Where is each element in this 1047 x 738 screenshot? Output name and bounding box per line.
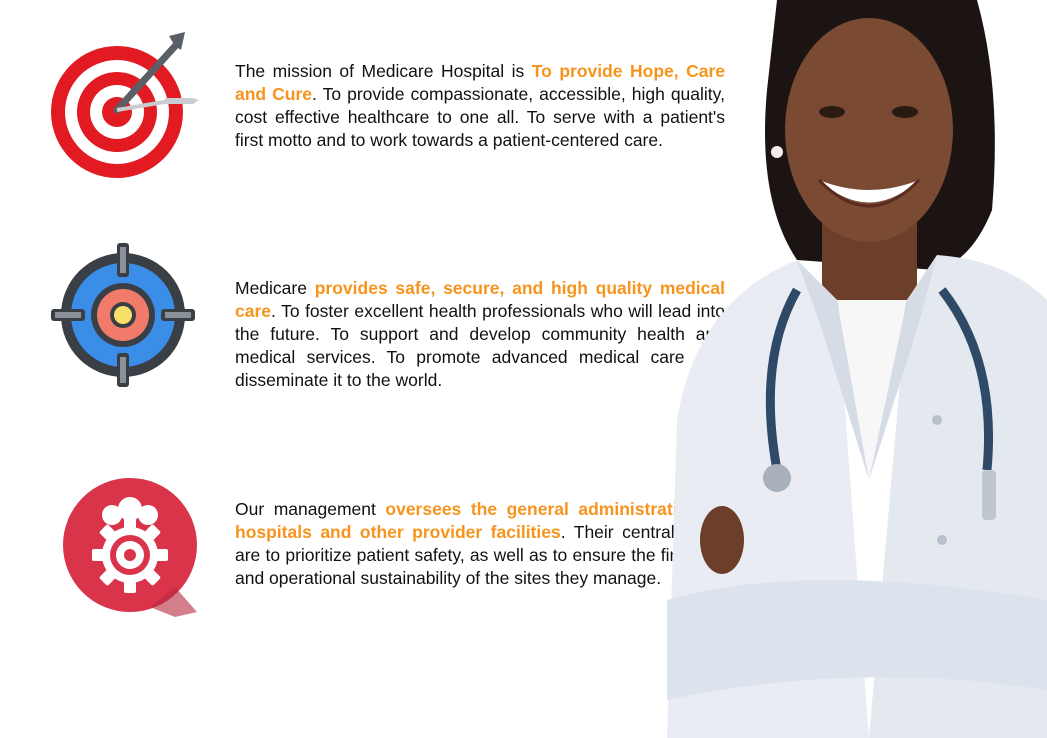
- mission-text-before: The mission of Medicare Hospital is: [235, 61, 532, 81]
- vision-text-before: Medicare: [235, 278, 315, 298]
- team-gear-icon: [55, 467, 215, 627]
- target-arrow-icon: [45, 30, 205, 190]
- management-text-before: Our management: [235, 499, 386, 519]
- doctor-photo: [607, 0, 1047, 738]
- crosshair-target-icon: [45, 237, 205, 397]
